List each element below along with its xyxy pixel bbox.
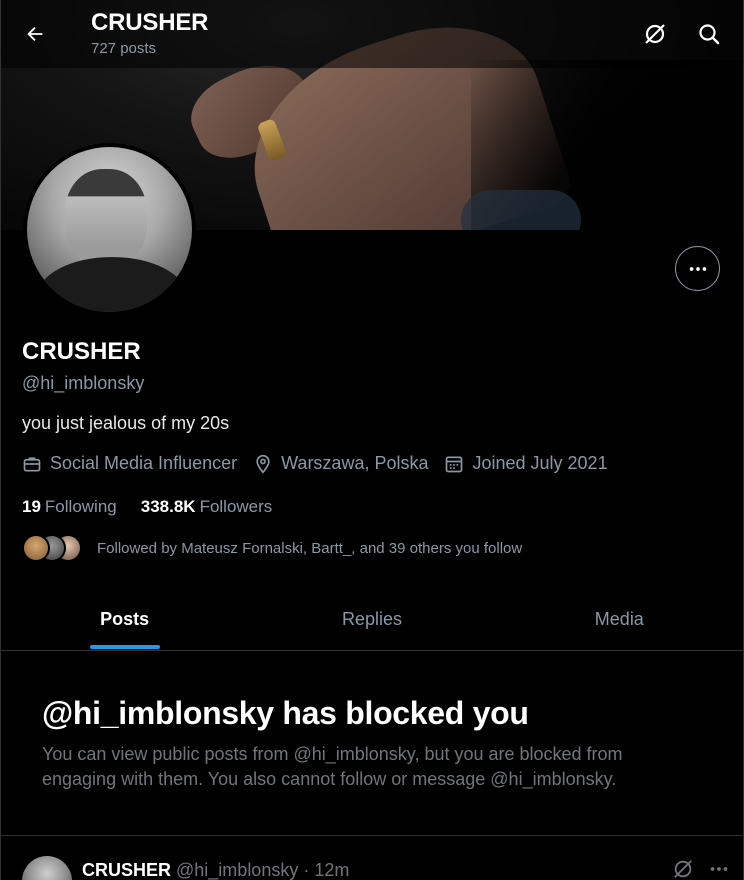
header-title-block: CRUSHER 727 posts [91, 9, 208, 59]
tab-posts[interactable]: Posts [1, 588, 248, 650]
followed-by[interactable]: Followed by Mateusz Fornalski, Bartt_, a… [22, 533, 522, 563]
tab-media-label: Media [594, 608, 644, 629]
back-arrow-icon [27, 26, 43, 42]
profile-avatar[interactable] [23, 143, 196, 316]
more-dots-icon [689, 266, 706, 271]
tab-posts-label: Posts [100, 608, 150, 629]
location-label: Warszawa, Polska [281, 453, 429, 473]
profile-location: Warszawa, Polska [253, 453, 428, 474]
followed-by-avatars [22, 533, 84, 563]
top-bar: CRUSHER 727 posts [1, 0, 743, 68]
post-header: CRUSHER @hi_imblonsky · 12m [82, 860, 349, 880]
profile-bio: you just jealous of my 20s [22, 413, 230, 433]
profile-category: Social Media Influencer [22, 453, 237, 474]
more-options-button[interactable] [675, 246, 720, 291]
back-button[interactable] [17, 16, 53, 52]
following-count: 19 [22, 497, 41, 516]
blocked-message: You can view public posts from @hi_imblo… [42, 744, 623, 789]
tab-media[interactable]: Media [496, 588, 743, 650]
grok-icon[interactable] [672, 858, 694, 880]
post-more-icon[interactable] [708, 858, 730, 880]
grok-icon [645, 24, 665, 44]
blocked-title: @hi_imblonsky has blocked you [42, 695, 529, 731]
grok-button[interactable] [639, 18, 671, 50]
post-divider [1, 835, 743, 836]
follow-stats: 19 Following 338.8K Followers [22, 497, 296, 517]
followers-link[interactable]: 338.8K Followers [141, 497, 273, 517]
follower-avatar [22, 534, 50, 562]
location-pin-icon [256, 454, 270, 474]
profile-meta: Social Media Influencer Warszawa, Polska… [22, 453, 624, 474]
profile-handle: @hi_imblonsky [22, 373, 145, 393]
joined-label: Joined July 2021 [472, 453, 608, 473]
header-title: CRUSHER [91, 9, 209, 36]
search-button[interactable] [693, 18, 725, 50]
followers-count: 338.8K [140, 497, 196, 516]
profile-tabs: Posts Replies Media [1, 588, 743, 651]
profile-joined: Joined July 2021 [444, 453, 608, 474]
post-author-handle[interactable]: @hi_imblonsky [176, 860, 298, 880]
tab-replies-label: Replies [341, 608, 402, 629]
following-label: Following [44, 497, 117, 516]
active-tab-indicator [89, 645, 160, 649]
calendar-icon [446, 456, 463, 472]
following-link[interactable]: 19 Following [22, 497, 117, 517]
category-label: Social Media Influencer [50, 453, 238, 473]
display-name: CRUSHER [22, 338, 141, 365]
post-author-name[interactable]: CRUSHER [82, 860, 171, 880]
search-icon [699, 24, 720, 45]
followers-label: Followers [199, 497, 273, 516]
followed-by-text: Followed by Mateusz Fornalski, Bartt_, a… [97, 539, 523, 557]
post-actions [672, 858, 730, 880]
tab-replies[interactable]: Replies [248, 588, 495, 650]
briefcase-icon [23, 456, 41, 471]
post-count: 727 posts [91, 40, 157, 57]
post-timestamp[interactable]: · 12m [303, 860, 349, 880]
